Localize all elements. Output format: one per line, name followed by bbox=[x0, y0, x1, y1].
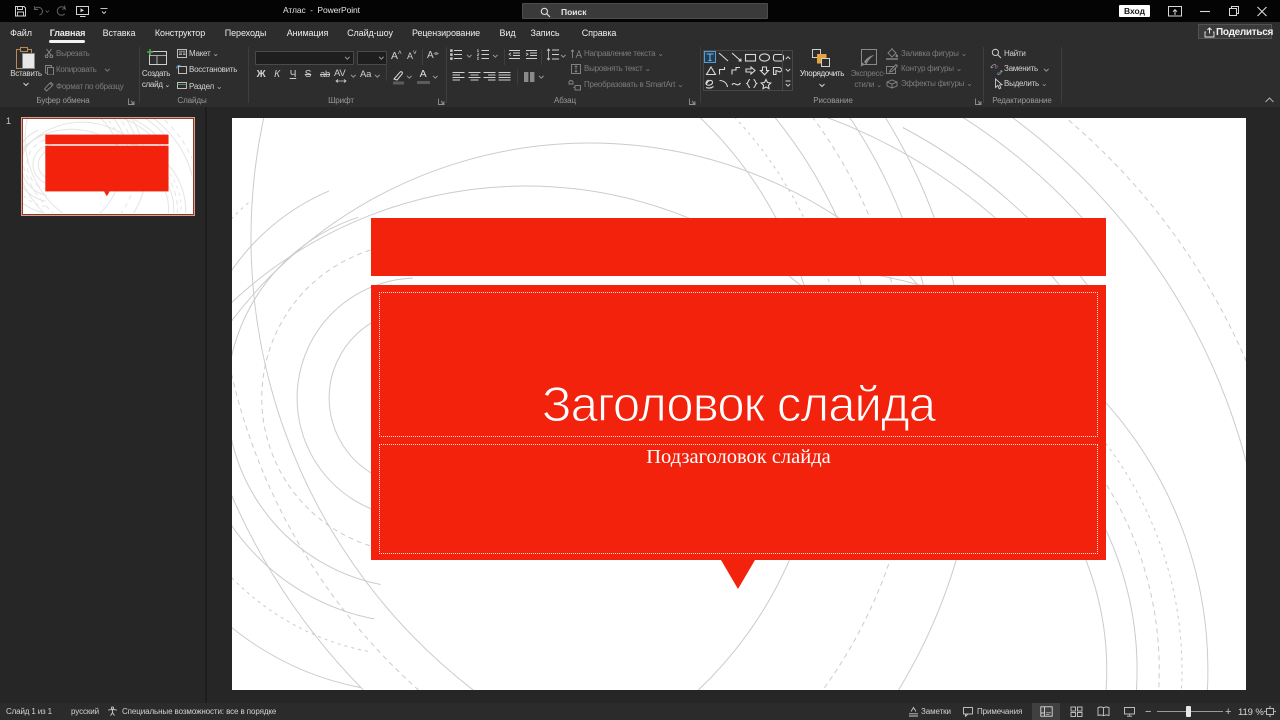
svg-text:c: c bbox=[997, 70, 1000, 76]
